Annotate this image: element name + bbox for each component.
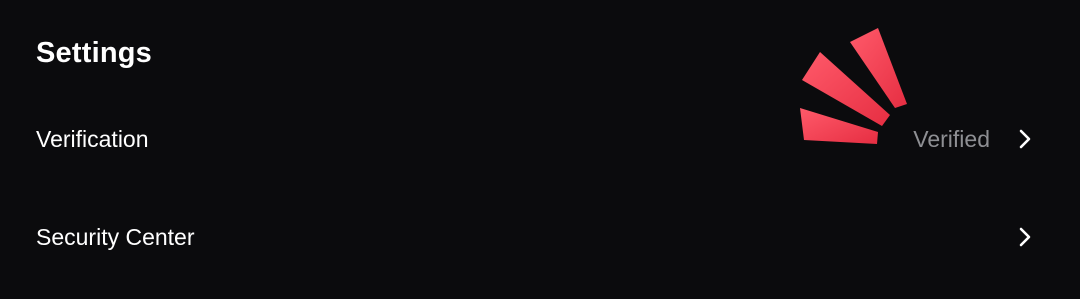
verification-status: Verified xyxy=(913,125,990,152)
security-center-row[interactable]: Security Center xyxy=(0,194,1080,280)
chevron-right-icon xyxy=(1019,129,1031,149)
security-center-label: Security Center xyxy=(36,223,195,250)
page-title: Settings xyxy=(36,37,152,69)
highlight-burst-icon xyxy=(800,28,907,144)
verification-label: Verification xyxy=(36,125,149,152)
chevron-right-icon xyxy=(1019,227,1031,247)
